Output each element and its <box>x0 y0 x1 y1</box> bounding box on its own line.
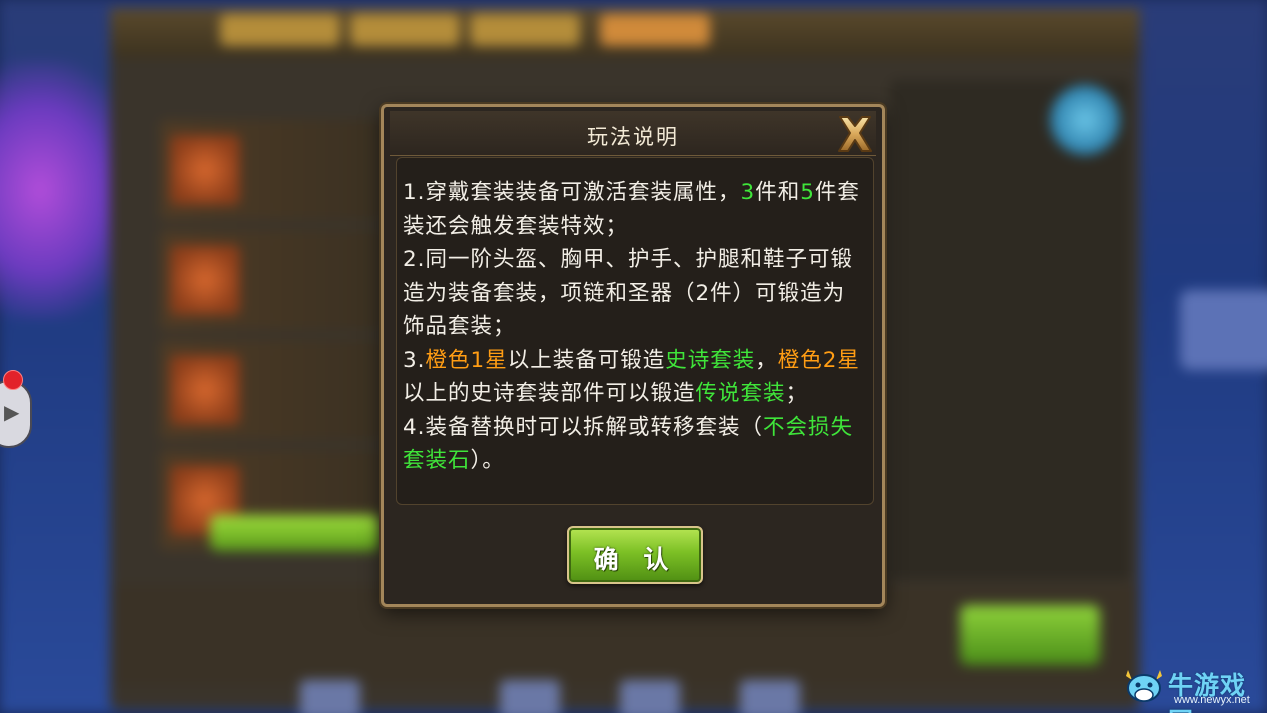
rule-segment: 3 <box>740 180 756 205</box>
rule-segment: 橙色2星 <box>777 347 860 373</box>
rule-segment: 1.穿戴套装装备可激活套装属性， <box>403 180 741 205</box>
rule-segment: 橙色1星 <box>425 347 508 373</box>
dialog-title: 玩法说明 <box>587 125 679 149</box>
rule-item: 4.装备替换时可以拆解或转移套装（不会损失套装石）。 <box>403 411 863 478</box>
rule-segment: 传说套装 <box>695 381 786 406</box>
rule-segment: ， <box>755 347 778 373</box>
close-x-icon <box>838 116 872 152</box>
close-button[interactable] <box>834 113 876 155</box>
rule-segment: 3. <box>403 347 426 373</box>
watermark-url: www.newyx.net <box>1174 694 1250 706</box>
rule-segment: 史诗套装 <box>665 347 756 373</box>
rule-segment: 5 <box>800 180 815 205</box>
notification-dot <box>3 370 23 390</box>
rule-segment: 4.装备替换时可以拆解或转移套装（ <box>403 414 764 440</box>
rule-item: 2.同一阶头盔、胸甲、护手、护腿和鞋子可锻造为装备套装，项链和圣器（2件）可锻造… <box>403 243 863 344</box>
rule-segment: ； <box>785 381 809 406</box>
dialog-header: 玩法说明 <box>390 111 876 156</box>
rule-item: 1.穿戴套装装备可激活套装属性，3件和5件套装还会触发套装特效； <box>403 176 863 243</box>
rule-segment: 以上的史诗套装部件可以锻造 <box>403 381 696 406</box>
cow-head-icon <box>1126 670 1162 702</box>
confirm-button[interactable]: 确 认 <box>567 526 703 584</box>
site-watermark: 牛游戏网 www.newyx.net <box>1122 664 1262 713</box>
play-arrow-icon: ▶ <box>4 400 20 424</box>
rule-item: 3.橙色1星以上装备可锻造史诗套装，橙色2星以上的史诗套装部件可以锻造传说套装； <box>403 344 863 411</box>
rule-segment: 2.同一阶头盔、胸甲、护手、护腿和鞋子可锻造为装备套装，项链和圣器（2件）可锻造… <box>403 247 854 339</box>
game-screen: ▶ 玩法说明 1.穿戴套装装备可激活套装属性，3件和5件套装还会触发套装特效； <box>0 0 1267 713</box>
rule-segment: 以上装备可锻造 <box>507 347 666 373</box>
rules-content: 1.穿戴套装装备可激活套装属性，3件和5件套装还会触发套装特效； 2.同一阶头盔… <box>396 157 874 505</box>
rules-dialog: 玩法说明 1.穿戴套装装备可激活套装属性，3件和5件套装还会触发套装特效； 2.… <box>381 104 885 607</box>
side-float-button[interactable]: ▶ <box>0 380 32 448</box>
confirm-label: 确 认 <box>593 545 677 574</box>
rule-segment: ）。 <box>470 448 505 473</box>
rule-segment: 件和 <box>755 180 801 205</box>
